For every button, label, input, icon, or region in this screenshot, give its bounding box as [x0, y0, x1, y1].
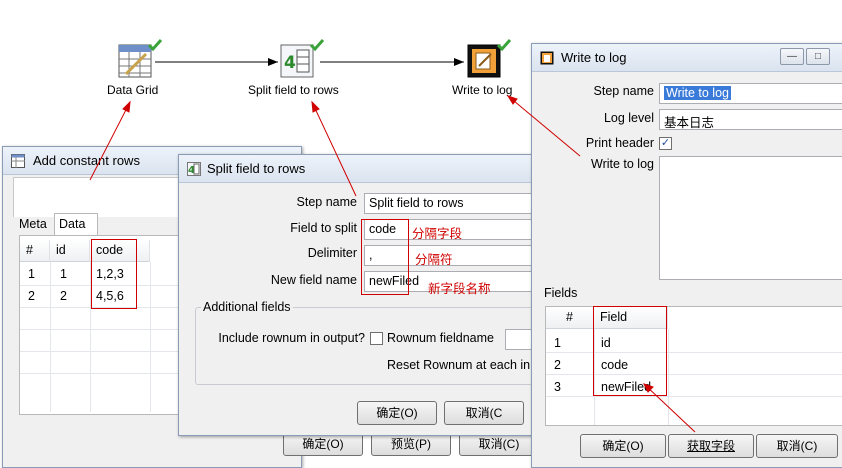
success-check-icon: [496, 38, 512, 52]
annotation-box-fields: [361, 219, 409, 295]
group-title: Additional fields: [201, 300, 293, 314]
row-number: 2: [554, 358, 561, 372]
data-grid-icon[interactable]: [118, 44, 152, 78]
column-header[interactable]: #: [20, 240, 50, 262]
step-name-label: Step name: [296, 195, 357, 209]
annotation-box-fields: [593, 306, 667, 396]
maximize-icon[interactable]: □: [806, 48, 830, 65]
annotation-text: 新字段名称: [428, 282, 491, 296]
success-check-icon: [147, 38, 163, 52]
node-label-write-to-log[interactable]: Write to log: [452, 83, 512, 97]
selected-text: Write to log: [664, 86, 731, 100]
annotation-box-code: [91, 239, 137, 309]
column-header[interactable]: #: [546, 307, 594, 329]
success-check-icon: [309, 38, 325, 52]
column-header[interactable]: id: [50, 240, 90, 262]
cancel-button[interactable]: 取消(C: [444, 401, 524, 425]
svg-text:4: 4: [284, 53, 296, 73]
cancel-button[interactable]: 取消(C): [756, 434, 838, 458]
fields-label: Fields: [544, 286, 578, 300]
additional-fields-group: [195, 307, 537, 385]
cell-id[interactable]: 2: [60, 289, 67, 303]
node-label-split-field[interactable]: Split field to rows: [248, 83, 339, 97]
window-title: Write to log: [561, 50, 627, 65]
write-to-log-icon: [540, 51, 554, 65]
window-title: Split field to rows: [207, 161, 306, 176]
print-header-checkbox[interactable]: ✓: [659, 137, 672, 150]
row-number: 3: [554, 380, 561, 394]
field-to-split-label: Field to split: [290, 221, 357, 235]
reset-rownum-label: Reset Rownum at each in: [387, 358, 531, 372]
step-name-label: Step name: [593, 84, 654, 98]
tab-meta[interactable]: Meta: [19, 217, 47, 231]
rownum-fieldname-label: Rownum fieldname: [387, 331, 494, 345]
fields-grid: # Field 1 id 2 code 3 newFiled: [545, 306, 842, 426]
split-field-icon: 4: [187, 162, 201, 176]
row-number: 1: [554, 336, 561, 350]
split-field-icon[interactable]: 4: [280, 44, 314, 78]
write-to-log-label: Write to log: [591, 157, 654, 171]
window-title: Add constant rows: [33, 153, 140, 168]
row-number: 2: [28, 289, 35, 303]
log-level-label: Log level: [603, 111, 654, 125]
include-rownum-checkbox[interactable]: [370, 332, 383, 345]
include-rownum-label: Include rownum in output?: [218, 331, 365, 345]
cell-id[interactable]: 1: [60, 267, 67, 281]
row-number: 1: [28, 267, 35, 281]
step-name-input[interactable]: Split field to rows: [364, 193, 537, 214]
annotation-text: 分隔字段: [412, 227, 463, 241]
new-field-name-label: New field name: [270, 273, 357, 287]
delimiter-label: Delimiter: [307, 246, 357, 260]
write-to-log-dialog: Write to log — □ Step name Write to log …: [531, 43, 842, 468]
ok-button[interactable]: 确定(O): [357, 401, 437, 425]
annotation-text: 分隔符: [415, 253, 453, 267]
split-field-dialog: 4 Split field to rows Step name Split fi…: [178, 154, 538, 436]
log-level-select[interactable]: 基本日志: [659, 109, 842, 130]
tab-data[interactable]: Data: [54, 213, 98, 235]
data-grid-icon: [11, 154, 25, 168]
write-to-log-icon[interactable]: [467, 44, 501, 78]
minimize-icon[interactable]: —: [780, 48, 804, 65]
print-header-label: Print header: [585, 136, 654, 150]
get-fields-button[interactable]: 获取字段: [668, 434, 754, 458]
write-to-log-textarea[interactable]: [659, 156, 842, 280]
node-label-data-grid[interactable]: Data Grid: [107, 83, 158, 97]
ok-button[interactable]: 确定(O): [580, 434, 666, 458]
step-name-input[interactable]: Write to log: [659, 83, 842, 104]
